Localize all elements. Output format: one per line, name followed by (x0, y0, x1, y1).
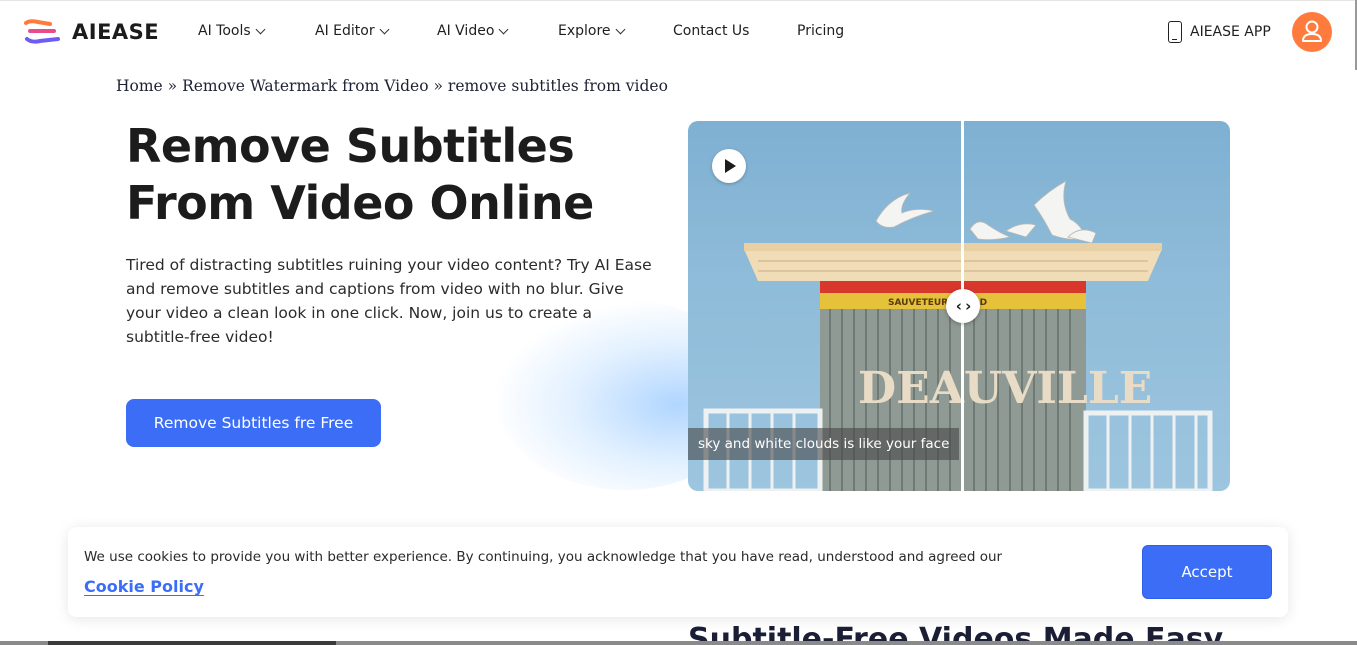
user-avatar[interactable] (1292, 12, 1332, 52)
before-after-video[interactable]: SAUVETEUR GUARD DEAUVILLE ‹ › sky and wh… (688, 121, 1230, 491)
sign-big-text: DEAUVILLE (858, 363, 1152, 414)
brand-name: AIEASE (72, 20, 160, 44)
logo-icon (24, 19, 60, 44)
logo[interactable]: AIEASE (24, 19, 159, 45)
cookie-policy-link[interactable]: Cookie Policy (84, 577, 204, 596)
video-subtitle: sky and white clouds is like your face (688, 428, 960, 460)
nav-pricing-label: Pricing (797, 23, 845, 39)
nav-pricing[interactable]: Pricing (797, 23, 844, 39)
nav-ai-video-label: AI Video (437, 23, 495, 39)
play-icon[interactable] (712, 149, 746, 183)
accept-cookies-button[interactable]: Accept (1142, 545, 1272, 599)
nav-ai-editor[interactable]: AI Editor (315, 23, 390, 39)
app-link-label: AIEASE APP (1190, 24, 1271, 40)
compare-arrows-icon[interactable]: ‹ › (946, 289, 980, 323)
remove-subtitles-button[interactable]: Remove Subtitles fre Free (126, 399, 381, 447)
nav-ai-editor-label: AI Editor (315, 23, 375, 39)
nav-contact-us[interactable]: Contact Us (673, 23, 749, 39)
page-title-line-1: Remove Subtitles (126, 119, 575, 173)
page-title: Remove Subtitles From Video Online (126, 118, 686, 232)
phone-icon (1168, 21, 1182, 43)
breadcrumb-separator: » (167, 77, 178, 95)
page-title-line-2: From Video Online (126, 176, 594, 230)
breadcrumb-parent[interactable]: Remove Watermark from Video (182, 77, 428, 95)
cookie-banner: We use cookies to provide you with bette… (68, 527, 1288, 617)
breadcrumb-current: remove subtitles from video (447, 77, 668, 95)
app-download-link[interactable]: AIEASE APP (1168, 21, 1271, 43)
breadcrumb: Home » Remove Watermark from Video » rem… (116, 77, 668, 95)
horizontal-scrollbar-thumb[interactable] (48, 641, 336, 645)
user-icon (1302, 20, 1322, 42)
nav-ai-tools-label: AI Tools (198, 23, 251, 39)
chevron-down-icon (498, 24, 509, 34)
hero-description: Tired of distracting subtitles ruining y… (126, 256, 652, 346)
nav-explore[interactable]: Explore (558, 23, 625, 39)
chevron-down-icon (379, 24, 390, 34)
chevron-down-icon (615, 24, 625, 34)
site-header: AIEASE AI Tools AI Editor AI Video Explo… (0, 0, 1357, 64)
chevron-down-icon (255, 24, 266, 34)
nav-ai-video[interactable]: AI Video (437, 23, 509, 39)
breadcrumb-home[interactable]: Home (116, 77, 163, 95)
cookie-message: We use cookies to provide you with bette… (84, 549, 1003, 565)
nav-ai-tools[interactable]: AI Tools (198, 23, 266, 39)
nav-contact-us-label: Contact Us (673, 23, 750, 39)
breadcrumb-separator: » (433, 77, 443, 95)
nav-explore-label: Explore (558, 23, 611, 39)
